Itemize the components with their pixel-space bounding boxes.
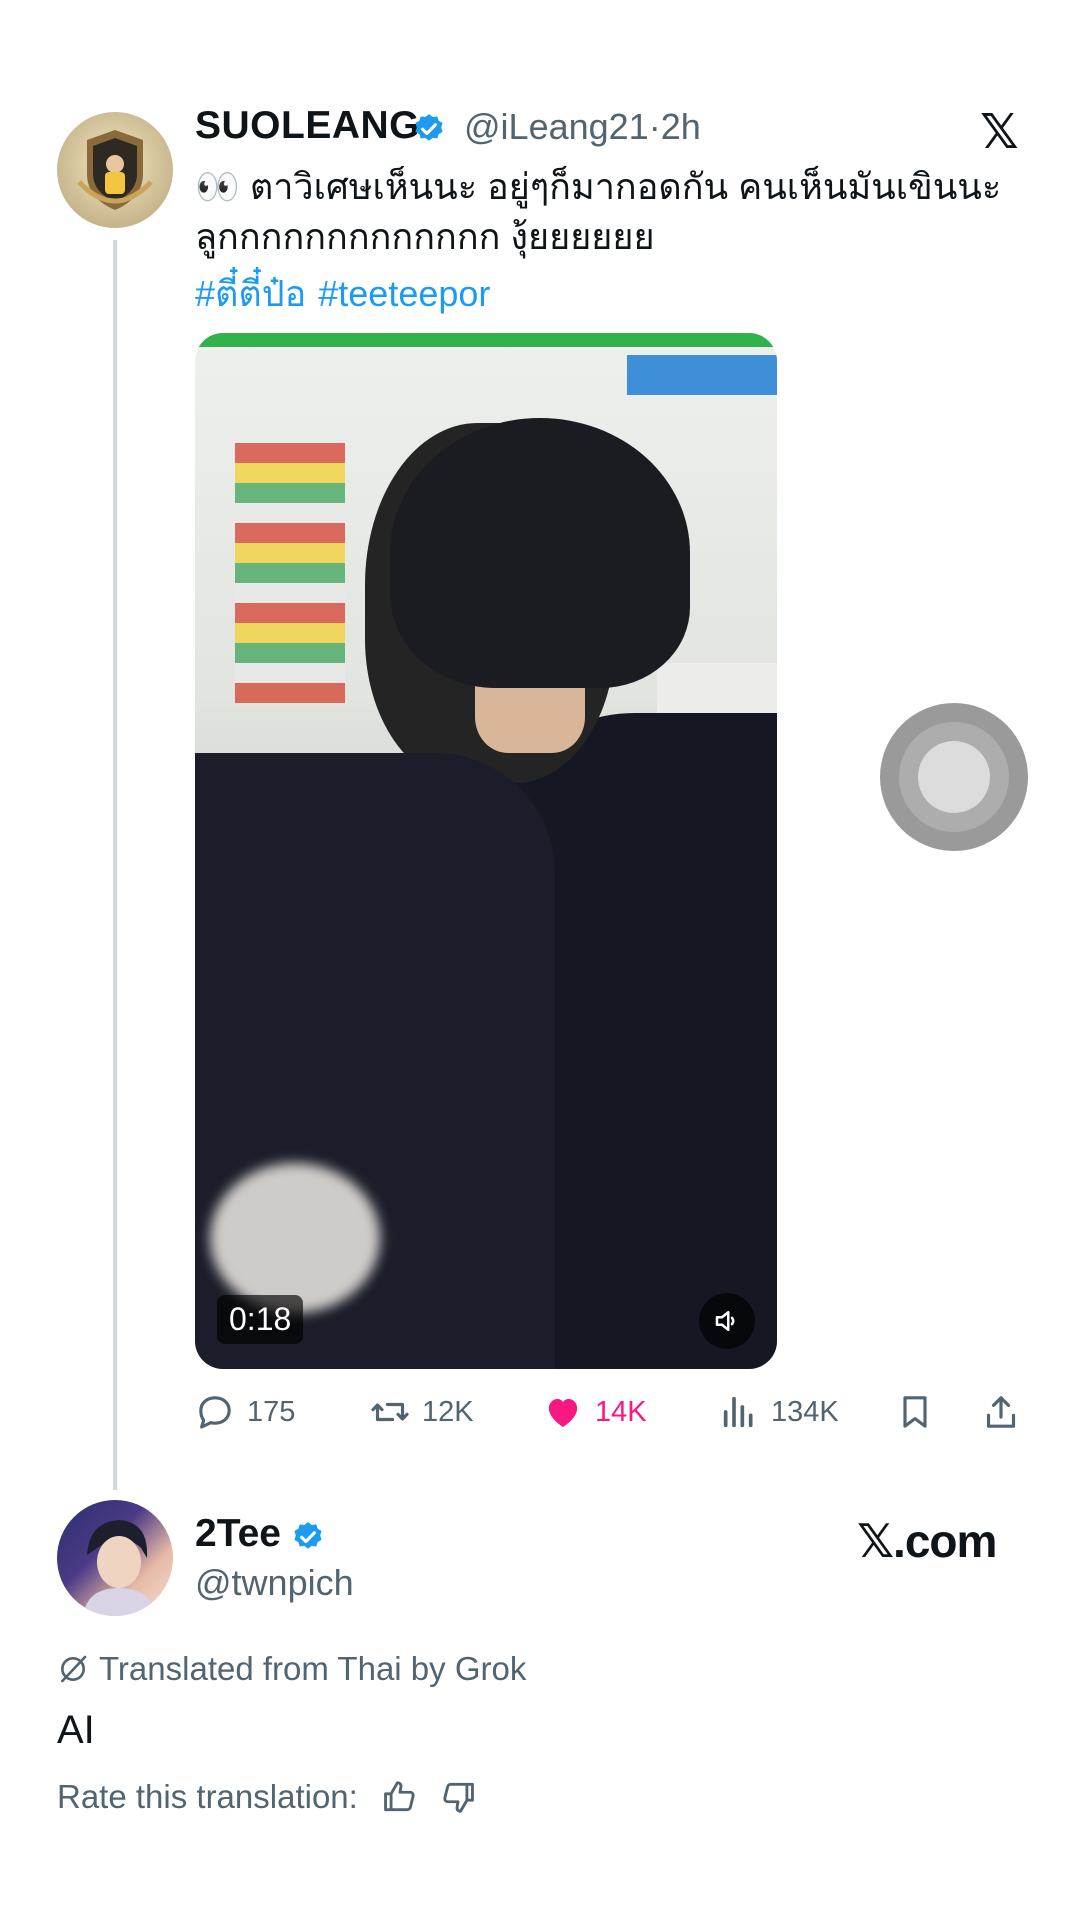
avatar[interactable]	[57, 1500, 173, 1616]
reply-icon	[199, 1396, 231, 1429]
translated-text: AI	[57, 1708, 95, 1752]
video-frame-detail	[627, 355, 777, 395]
video-frame-detail	[390, 418, 690, 688]
rate-translation: Rate this translation:	[57, 1778, 478, 1816]
thumbs-up-icon[interactable]	[380, 1778, 418, 1816]
avatar[interactable]	[57, 112, 173, 228]
views-icon	[723, 1396, 753, 1428]
tweet-actions: 175 12K 14K 134K	[195, 1392, 1025, 1442]
author-name[interactable]: SUOLEANG	[195, 104, 420, 148]
speaker-icon	[715, 1311, 735, 1331]
heart-icon	[548, 1399, 578, 1427]
views-button[interactable]: 134K	[719, 1392, 839, 1432]
author-handle-time[interactable]: @iLeang21·2h	[464, 106, 701, 148]
view-count: 134K	[771, 1395, 839, 1428]
video-player[interactable]: 0:18	[195, 333, 777, 1369]
bookmark-button[interactable]	[895, 1392, 947, 1432]
tweet-time: 2h	[660, 106, 701, 147]
video-duration: 0:18	[217, 1295, 304, 1344]
repost-icon	[371, 1402, 409, 1422]
verified-badge-icon	[294, 1522, 322, 1549]
assistive-touch-button[interactable]	[880, 703, 1028, 851]
video-frame-detail	[195, 333, 777, 347]
reply-count: 175	[247, 1395, 296, 1428]
share-button[interactable]	[981, 1392, 1033, 1432]
assistive-touch-core	[918, 741, 990, 813]
translation-notice: Translated from Thai by Grok	[57, 1650, 526, 1688]
brand-watermark: 𝕏.com	[857, 1515, 997, 1567]
mute-button[interactable]	[699, 1293, 755, 1349]
separator: ·	[648, 106, 661, 147]
bookmark-icon	[903, 1396, 927, 1428]
thumbs-down-icon[interactable]	[440, 1778, 478, 1816]
like-count: 14K	[595, 1395, 647, 1428]
reply-button[interactable]: 175	[195, 1392, 295, 1432]
hashtag-link[interactable]: #ตี๋ตี๋ป๋อ	[195, 273, 306, 314]
assistive-touch-ring	[899, 722, 1009, 832]
translate-icon	[61, 1655, 87, 1683]
hashtag-link[interactable]: #teeteepor	[318, 273, 490, 314]
verified-badge-icon	[415, 114, 443, 141]
reply-author-name[interactable]: 2Tee	[195, 1512, 281, 1556]
crest-avatar-image	[77, 130, 153, 210]
repost-button[interactable]: 12K	[370, 1392, 474, 1432]
share-icon	[986, 1396, 1016, 1428]
video-frame-detail	[210, 1163, 380, 1313]
like-button[interactable]: 14K	[543, 1392, 647, 1432]
hashtags: #ตี๋ตี๋ป๋อ #teeteepor	[195, 265, 502, 322]
reply-author-handle[interactable]: @twnpich	[195, 1562, 354, 1604]
portrait-avatar-image	[83, 1520, 157, 1616]
author-handle: @iLeang21	[464, 106, 649, 147]
screen: SUOLEANG @iLeang21·2h 𝕏 👀 ตาวิเศษเห็นนะ …	[0, 0, 1080, 1920]
translation-label: Translated from Thai by Grok	[99, 1650, 527, 1687]
repost-count: 12K	[422, 1395, 474, 1428]
thread-connector	[113, 240, 117, 1490]
x-logo-icon[interactable]: 𝕏	[980, 104, 1019, 160]
video-frame-detail	[235, 443, 345, 703]
tweet-text: 👀 ตาวิเศษเห็นนะ อยู่ๆก็มากอดกัน คนเห็นมั…	[195, 166, 1002, 257]
rate-label: Rate this translation:	[57, 1778, 358, 1815]
